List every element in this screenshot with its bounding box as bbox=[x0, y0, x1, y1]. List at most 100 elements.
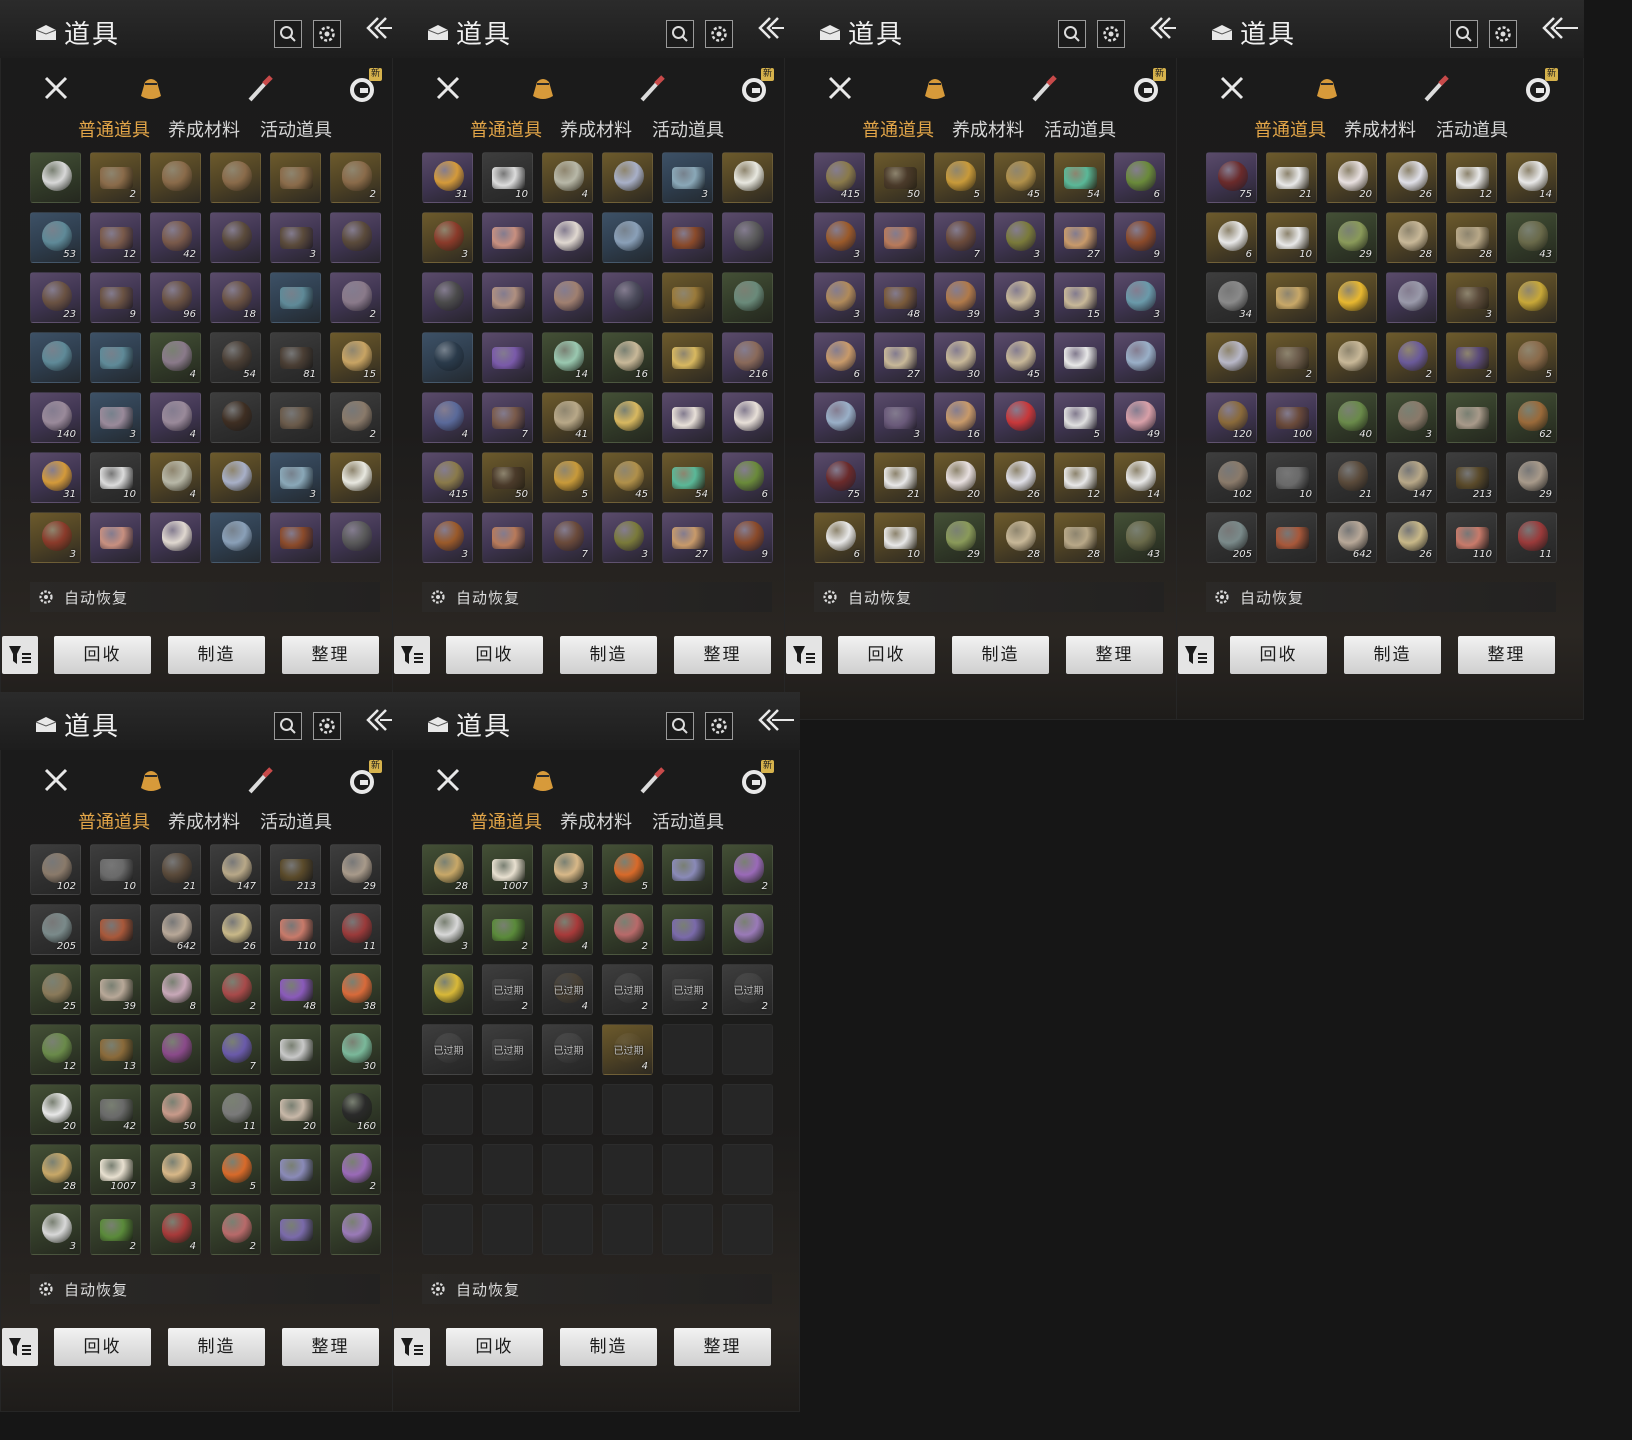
category-items[interactable] bbox=[917, 70, 953, 106]
item-slot[interactable] bbox=[1326, 332, 1377, 383]
item-slot[interactable]: 50 bbox=[482, 452, 533, 503]
item-slot[interactable]: 120 bbox=[1206, 392, 1257, 443]
item-slot[interactable]: 14 bbox=[542, 332, 593, 383]
item-slot[interactable] bbox=[722, 152, 773, 203]
item-slot[interactable]: 54 bbox=[210, 332, 261, 383]
item-slot[interactable]: 6 bbox=[814, 332, 865, 383]
item-slot[interactable]: 45 bbox=[994, 332, 1045, 383]
item-slot[interactable] bbox=[150, 512, 201, 563]
item-slot[interactable] bbox=[1506, 272, 1557, 323]
sort-button[interactable]: 整理 bbox=[674, 1328, 771, 1366]
craft-button[interactable]: 制造 bbox=[1344, 636, 1441, 674]
category-weapons[interactable] bbox=[822, 70, 858, 106]
item-slot[interactable] bbox=[602, 392, 653, 443]
item-slot[interactable] bbox=[1054, 332, 1105, 383]
category-items[interactable] bbox=[1309, 70, 1345, 106]
item-slot[interactable]: 100 bbox=[1266, 392, 1317, 443]
item-slot[interactable]: 5 bbox=[602, 844, 653, 895]
item-slot[interactable] bbox=[722, 272, 773, 323]
category-currency[interactable]: 新 bbox=[1128, 68, 1166, 106]
item-slot[interactable] bbox=[90, 512, 141, 563]
item-slot[interactable] bbox=[30, 332, 81, 383]
item-slot[interactable]: 31 bbox=[422, 152, 473, 203]
item-slot[interactable]: 7 bbox=[542, 512, 593, 563]
item-slot[interactable]: 54 bbox=[1054, 152, 1105, 203]
settings-button[interactable] bbox=[313, 20, 341, 48]
item-slot[interactable]: 已过期 2 bbox=[722, 964, 773, 1015]
item-slot[interactable]: 已过期 2 bbox=[662, 964, 713, 1015]
item-slot[interactable]: 4 bbox=[422, 392, 473, 443]
search-button[interactable] bbox=[1058, 20, 1086, 48]
craft-button[interactable]: 制造 bbox=[560, 636, 657, 674]
item-slot[interactable]: 9 bbox=[90, 272, 141, 323]
item-slot[interactable]: 5 bbox=[542, 452, 593, 503]
item-slot[interactable]: 14 bbox=[1506, 152, 1557, 203]
item-slot[interactable] bbox=[330, 452, 381, 503]
item-slot[interactable]: 3 bbox=[30, 1204, 81, 1255]
item-slot[interactable]: 12 bbox=[1054, 452, 1105, 503]
item-slot[interactable]: 45 bbox=[602, 452, 653, 503]
item-slot[interactable] bbox=[662, 332, 713, 383]
item-slot[interactable] bbox=[210, 512, 261, 563]
auto-restore-toggle[interactable]: 自动恢复 bbox=[1206, 582, 1556, 612]
item-slot[interactable]: 3 bbox=[1114, 272, 1165, 323]
craft-button[interactable]: 制造 bbox=[952, 636, 1049, 674]
item-slot[interactable] bbox=[270, 1204, 321, 1255]
item-slot[interactable] bbox=[1326, 272, 1377, 323]
item-slot[interactable]: 4 bbox=[542, 152, 593, 203]
tab-event-items[interactable]: 活动道具 bbox=[652, 116, 724, 142]
item-slot[interactable] bbox=[482, 332, 533, 383]
item-slot[interactable]: 3 bbox=[422, 512, 473, 563]
item-slot[interactable]: 40 bbox=[1326, 392, 1377, 443]
item-slot[interactable]: 96 bbox=[150, 272, 201, 323]
item-slot[interactable]: 27 bbox=[662, 512, 713, 563]
category-scrolls[interactable] bbox=[1418, 70, 1454, 106]
item-slot[interactable]: 10 bbox=[482, 152, 533, 203]
filter-button[interactable] bbox=[1178, 636, 1214, 674]
item-slot[interactable]: 15 bbox=[330, 332, 381, 383]
tab-normal-items[interactable]: 普通道具 bbox=[1254, 116, 1326, 142]
item-slot[interactable]: 1007 bbox=[90, 1144, 141, 1195]
item-slot[interactable]: 21 bbox=[1326, 452, 1377, 503]
item-slot[interactable]: 2 bbox=[330, 272, 381, 323]
item-slot[interactable]: 3 bbox=[814, 272, 865, 323]
item-slot[interactable]: 4 bbox=[150, 452, 201, 503]
sort-button[interactable]: 整理 bbox=[282, 636, 379, 674]
item-slot[interactable] bbox=[270, 272, 321, 323]
tab-normal-items[interactable]: 普通道具 bbox=[470, 808, 542, 834]
tab-growth-materials[interactable]: 养成材料 bbox=[560, 116, 632, 142]
item-slot[interactable]: 28 bbox=[30, 1144, 81, 1195]
item-slot[interactable] bbox=[210, 212, 261, 263]
recycle-button[interactable]: 回收 bbox=[1230, 636, 1327, 674]
item-slot[interactable]: 27 bbox=[874, 332, 925, 383]
filter-button[interactable] bbox=[2, 636, 38, 674]
item-slot[interactable]: 2 bbox=[1266, 332, 1317, 383]
item-slot[interactable]: 216 bbox=[722, 332, 773, 383]
item-slot[interactable] bbox=[662, 392, 713, 443]
category-items[interactable] bbox=[133, 762, 169, 798]
item-slot[interactable] bbox=[1386, 272, 1437, 323]
recycle-button[interactable]: 回收 bbox=[54, 636, 151, 674]
item-slot[interactable]: 5 bbox=[1054, 392, 1105, 443]
item-slot[interactable]: 415 bbox=[814, 152, 865, 203]
item-slot[interactable]: 14 bbox=[1114, 452, 1165, 503]
item-slot[interactable]: 21 bbox=[1266, 152, 1317, 203]
tab-growth-materials[interactable]: 养成材料 bbox=[560, 808, 632, 834]
search-button[interactable] bbox=[274, 20, 302, 48]
item-slot[interactable] bbox=[270, 152, 321, 203]
filter-button[interactable] bbox=[786, 636, 822, 674]
recycle-button[interactable]: 回收 bbox=[446, 636, 543, 674]
item-slot[interactable]: 28 bbox=[1446, 212, 1497, 263]
item-slot[interactable]: 54 bbox=[662, 452, 713, 503]
settings-button[interactable] bbox=[1489, 20, 1517, 48]
category-weapons[interactable] bbox=[1214, 70, 1250, 106]
item-slot[interactable]: 21 bbox=[874, 452, 925, 503]
item-slot[interactable] bbox=[270, 512, 321, 563]
search-button[interactable] bbox=[274, 712, 302, 740]
filter-button[interactable] bbox=[2, 1328, 38, 1366]
item-slot[interactable]: 3 bbox=[422, 904, 473, 955]
tab-normal-items[interactable]: 普通道具 bbox=[78, 116, 150, 142]
item-slot[interactable]: 53 bbox=[30, 212, 81, 263]
back-button[interactable] bbox=[1538, 12, 1582, 44]
category-weapons[interactable] bbox=[430, 762, 466, 798]
